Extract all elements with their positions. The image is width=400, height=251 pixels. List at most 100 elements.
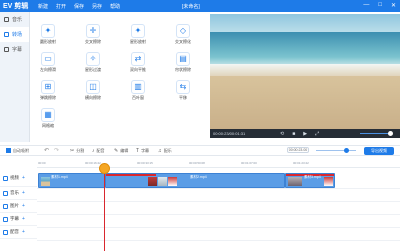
volume-slider[interactable] (360, 133, 390, 134)
loop-icon[interactable]: ⟲ (280, 131, 284, 137)
circle-radiate-icon: ✦ (41, 24, 55, 38)
effect-tile[interactable]: ▥ 百叶窗 (122, 80, 154, 101)
clip-thumbnail (148, 177, 157, 186)
transition-icon (4, 32, 9, 37)
pencil-icon: ✎ (114, 147, 119, 154)
player-buttons: ⟲ ■ ▶ ⤢ (280, 131, 319, 137)
track-image: 图片 + (0, 200, 37, 213)
ruler-tick: 00:01:07:00 (241, 161, 257, 165)
effect-label: 网格缩 (42, 123, 54, 128)
effect-tile[interactable]: ⇆ 平移 (167, 80, 199, 101)
timeline-ruler[interactable]: 00:00 00:00:16:22 00:00:33:15 00:00:50:0… (37, 160, 400, 168)
dub-button[interactable]: ♪ 配音 (92, 148, 114, 154)
video-clip[interactable]: 素材2.mp4 (105, 173, 285, 188)
video-lane: 素材1.mp4 素材2.mp4 素材3.mp4 (37, 172, 400, 189)
minimize-icon[interactable]: — (363, 2, 369, 9)
zoom-slider[interactable] (316, 150, 356, 151)
effect-label: 交叉擦除 (85, 39, 101, 44)
effect-label: 左向擦滑 (40, 67, 56, 72)
add-subtitle-button[interactable]: + (22, 216, 25, 222)
zoom-knob[interactable] (344, 148, 349, 153)
transition-marker (106, 174, 156, 176)
main-menu: 新建 打开 保存 另存 帮助 (36, 3, 120, 10)
ruler-tick: 00:01:23:22 (293, 161, 309, 165)
sidebar-item-text[interactable]: 字幕 (0, 42, 29, 57)
music-lane[interactable] (37, 189, 400, 202)
effect-tile[interactable]: ⊞ 弹跳擦除 (32, 80, 64, 101)
effect-tile[interactable]: ▦ 网格缩 (32, 108, 64, 129)
effect-tile[interactable]: ✧ 星形过渡 (77, 52, 109, 73)
stop-icon[interactable]: ■ (292, 131, 295, 137)
star-radiate-icon: ✦ (131, 24, 145, 38)
volume-knob[interactable] (388, 131, 393, 136)
auto-snap-label: 自动吸附 (13, 147, 29, 153)
add-video-button[interactable]: + (22, 175, 25, 181)
bounce-wipe-icon: ⊞ (41, 80, 55, 94)
transition-grid: ✦ 圆形放射 ✛ 交叉擦除 ✦ 星形放射 ◇ 交叉擦化 ▭ 左向擦滑 ✧ 星形过渡 ⇄ 双向平… (32, 24, 207, 139)
menu-new[interactable]: 新建 (38, 3, 48, 10)
add-dub-button[interactable]: + (22, 229, 25, 235)
add-image-button[interactable]: + (22, 203, 25, 209)
track-label: 图片 (10, 203, 19, 208)
undo-icon[interactable]: ↶ (44, 147, 54, 154)
playhead-handle[interactable] (99, 163, 110, 174)
effect-label: 星形过渡 (85, 67, 101, 72)
music-icon (3, 190, 8, 196)
effect-label: 帘状擦除 (175, 67, 191, 72)
playback-time: 00:00:23/00:01:31 (213, 131, 246, 136)
track-label: 字幕 (10, 216, 19, 221)
ruler-tick: 00:00:33:15 (137, 161, 153, 165)
title-bar: EV 剪辑 新建 打开 保存 另存 帮助 [未命名] — □ ✕ (0, 0, 400, 12)
split-label: 分割 (76, 147, 85, 153)
ruler-tick: 00:00 (38, 161, 46, 165)
redo-icon[interactable]: ↷ (54, 147, 70, 154)
play-icon[interactable]: ▶ (303, 131, 307, 137)
effect-tile[interactable]: ⇄ 双向平推 (122, 52, 154, 73)
microphone-icon (3, 229, 8, 235)
menu-save[interactable]: 保存 (74, 3, 84, 10)
edit-button[interactable]: ✎ 编辑 (114, 148, 136, 154)
menu-open[interactable]: 打开 (56, 3, 66, 10)
clip-thumbnail (158, 177, 167, 186)
text-icon (4, 47, 9, 52)
music-label: 配乐 (163, 147, 172, 153)
effect-tile[interactable]: ✛ 交叉擦除 (77, 24, 109, 45)
effect-tile[interactable]: ◫ 横向擦除 (77, 80, 109, 101)
sidebar-item-music[interactable]: 音乐 (0, 12, 29, 27)
sidebar-item-transition[interactable]: 转场 (0, 27, 29, 42)
effect-tile[interactable]: ▤ 帘状擦除 (167, 52, 199, 73)
subtitle-lane[interactable] (37, 215, 400, 228)
video-clip[interactable]: 素材3.mp4 (285, 173, 335, 188)
playhead-line[interactable] (104, 163, 105, 251)
subtitle-button[interactable]: T 字幕 (136, 148, 158, 154)
maximize-icon[interactable]: □ (378, 2, 382, 9)
effect-tile[interactable]: ◇ 交叉擦化 (167, 24, 199, 45)
effect-tile[interactable]: ✦ 圆形放射 (32, 24, 64, 45)
split-button[interactable]: ✂ 分割 (70, 148, 92, 154)
export-button[interactable]: 导出视频 (364, 147, 394, 155)
video-preview[interactable] (210, 14, 400, 129)
player-controls: 00:00:23/00:01:31 ⟲ ■ ▶ ⤢ (210, 129, 400, 138)
music-button[interactable]: ♫ 配乐 (158, 148, 180, 154)
timecode-field[interactable]: 00:00:23.00 (287, 147, 309, 153)
clip-label: 素材3.mp4 (304, 175, 321, 179)
preview-sea (210, 32, 400, 68)
video-clip[interactable]: 素材1.mp4 (38, 173, 105, 188)
track-subtitle: 字幕 + (0, 213, 37, 226)
effect-label: 交叉擦化 (175, 39, 191, 44)
subtitle-label: 字幕 (141, 147, 150, 153)
auto-snap-toggle[interactable]: 自动吸附 (6, 148, 44, 154)
fullscreen-icon[interactable]: ⤢ (315, 131, 319, 137)
close-icon[interactable]: ✕ (391, 2, 396, 9)
track-headers: 视频 + 音乐 + 图片 + 字幕 + 配音 + (0, 170, 37, 251)
pan-icon: ⇆ (176, 80, 190, 94)
menu-save-as[interactable]: 另存 (92, 3, 102, 10)
effect-tile[interactable]: ▭ 左向擦滑 (32, 52, 64, 73)
preview-surf (210, 64, 400, 76)
effect-label: 圆形放射 (40, 39, 56, 44)
image-lane[interactable] (37, 202, 400, 215)
dub-lane[interactable] (37, 228, 400, 241)
add-music-button[interactable]: + (22, 190, 25, 196)
menu-help[interactable]: 帮助 (110, 3, 120, 10)
effect-tile[interactable]: ✦ 星形放射 (122, 24, 154, 45)
